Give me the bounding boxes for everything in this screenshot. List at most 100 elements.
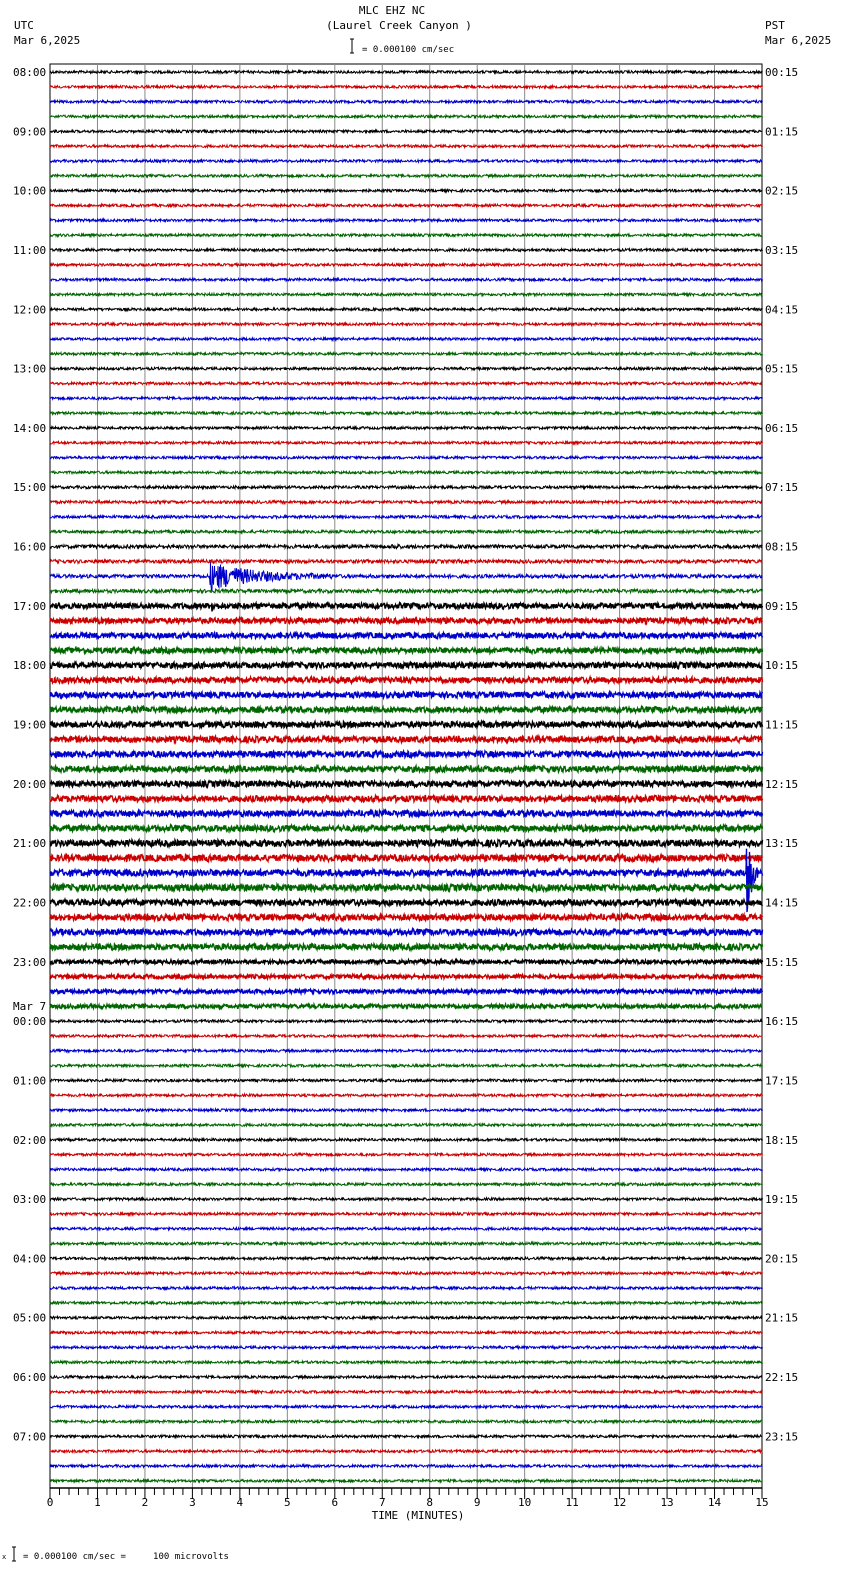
pst-hour-label: 12:15 bbox=[765, 778, 798, 791]
pst-hour-label: 04:15 bbox=[765, 303, 798, 316]
trace-line bbox=[49, 513, 763, 521]
trace-line bbox=[49, 1314, 763, 1321]
pst-hour-label: 11:15 bbox=[765, 719, 798, 732]
trace-line bbox=[49, 454, 763, 461]
x-tick-label: 6 bbox=[331, 1496, 338, 1509]
right-date: Mar 6,2025 bbox=[765, 34, 831, 47]
pst-hour-label: 00:15 bbox=[765, 66, 798, 79]
trace-line bbox=[49, 562, 763, 592]
pst-hour-label: 14:15 bbox=[765, 896, 798, 909]
trace-line bbox=[49, 557, 763, 565]
utc-hour-label: 14:00 bbox=[13, 422, 46, 435]
trace-line bbox=[49, 718, 764, 731]
trace-line bbox=[50, 365, 763, 372]
pst-hour-label: 17:15 bbox=[765, 1074, 798, 1087]
trace-line bbox=[49, 1136, 763, 1143]
right-timezone: PST bbox=[765, 19, 785, 32]
trace-line bbox=[49, 469, 763, 476]
trace-line bbox=[49, 1477, 763, 1485]
pst-hour-label: 21:15 bbox=[765, 1312, 798, 1325]
pst-hour-label: 07:15 bbox=[765, 481, 798, 494]
trace-line bbox=[49, 291, 763, 298]
trace-line bbox=[49, 1299, 763, 1307]
utc-hour-label: 02:00 bbox=[13, 1134, 46, 1147]
trace-line bbox=[49, 778, 764, 790]
pst-hour-label: 08:15 bbox=[765, 541, 798, 554]
trace-line bbox=[49, 1418, 763, 1425]
pst-hour-label: 01:15 bbox=[765, 125, 798, 138]
utc-hour-label: 20:00 bbox=[13, 778, 46, 791]
trace-line bbox=[49, 1284, 763, 1292]
trace-line bbox=[49, 630, 764, 641]
footer-scale-bar-icon bbox=[12, 1546, 16, 1562]
trace-line bbox=[49, 896, 764, 909]
utc-hour-label: 11:00 bbox=[13, 244, 46, 257]
pst-hour-label: 16:15 bbox=[765, 1015, 798, 1028]
trace-line bbox=[49, 424, 763, 432]
utc-hour-label: 01:00 bbox=[13, 1074, 46, 1087]
trace-line bbox=[49, 1210, 763, 1218]
pst-hour-label: 23:15 bbox=[765, 1430, 798, 1443]
utc-hour-label: 17:00 bbox=[13, 600, 46, 613]
footer-prefix: x bbox=[2, 1553, 6, 1561]
trace-line bbox=[49, 941, 764, 953]
trace-line bbox=[50, 1225, 763, 1232]
trace-line bbox=[49, 483, 763, 491]
trace-line bbox=[49, 1181, 763, 1188]
trace-line bbox=[49, 1077, 763, 1084]
trace-line bbox=[49, 142, 763, 150]
x-tick-label: 5 bbox=[284, 1496, 291, 1509]
trace-line bbox=[49, 1358, 763, 1366]
utc-hour-label: 15:00 bbox=[13, 481, 46, 494]
x-tick-label: 3 bbox=[189, 1496, 196, 1509]
trace-line bbox=[49, 1166, 763, 1173]
trace-line bbox=[49, 217, 763, 224]
trace-line bbox=[49, 793, 764, 805]
x-tick-label: 12 bbox=[613, 1496, 626, 1509]
utc-hour-label: 05:00 bbox=[13, 1312, 46, 1325]
trace-line bbox=[49, 542, 763, 551]
trace-line bbox=[49, 911, 764, 924]
trace-line bbox=[49, 704, 764, 716]
trace-line bbox=[49, 926, 764, 938]
trace-line bbox=[50, 1403, 763, 1410]
trace-line bbox=[49, 1047, 763, 1054]
x-axis: 0 1 2 3 4 5 6 7 8 9 10 11 12 13 14 15 bbox=[47, 1487, 769, 1509]
trace-line bbox=[49, 1032, 763, 1040]
x-tick-label: 7 bbox=[379, 1496, 386, 1509]
trace-line bbox=[49, 498, 763, 506]
trace-line bbox=[50, 528, 763, 536]
x-tick-label: 9 bbox=[474, 1496, 481, 1509]
trace-line bbox=[49, 1447, 763, 1455]
station-location: (Laurel Creek Canyon ) bbox=[326, 19, 472, 32]
utc-hour-label: 23:00 bbox=[13, 956, 46, 969]
trace-line bbox=[49, 986, 764, 997]
x-tick-label: 15 bbox=[755, 1496, 768, 1509]
trace-line bbox=[49, 837, 764, 850]
utc-hour-label: 21:00 bbox=[13, 837, 46, 850]
x-tick-label: 13 bbox=[660, 1496, 673, 1509]
trace-line bbox=[49, 395, 763, 402]
pst-hour-label: 03:15 bbox=[765, 244, 798, 257]
trace-line bbox=[49, 276, 763, 283]
trace-line bbox=[49, 1255, 763, 1262]
scale-bar-icon bbox=[350, 38, 354, 54]
trace-line bbox=[49, 439, 763, 446]
x-tick-label: 8 bbox=[426, 1496, 433, 1509]
trace-line bbox=[49, 1062, 763, 1069]
pst-hour-label: 10:15 bbox=[765, 659, 798, 672]
pst-hour-label: 02:15 bbox=[765, 185, 798, 198]
left-timezone: UTC bbox=[14, 19, 34, 32]
x-tick-label: 14 bbox=[708, 1496, 722, 1509]
trace-line bbox=[49, 1462, 763, 1470]
trace-line bbox=[49, 1106, 763, 1114]
trace-line bbox=[49, 1270, 763, 1277]
trace-line bbox=[49, 1092, 763, 1099]
trace-line bbox=[49, 644, 764, 656]
trace-line bbox=[49, 1195, 763, 1203]
utc-hour-label: 03:00 bbox=[13, 1193, 46, 1206]
scale-label: = 0.000100 cm/sec bbox=[362, 45, 454, 55]
trace-line bbox=[49, 409, 763, 417]
trace-line bbox=[49, 1240, 763, 1247]
x-tick-label: 4 bbox=[237, 1496, 244, 1509]
